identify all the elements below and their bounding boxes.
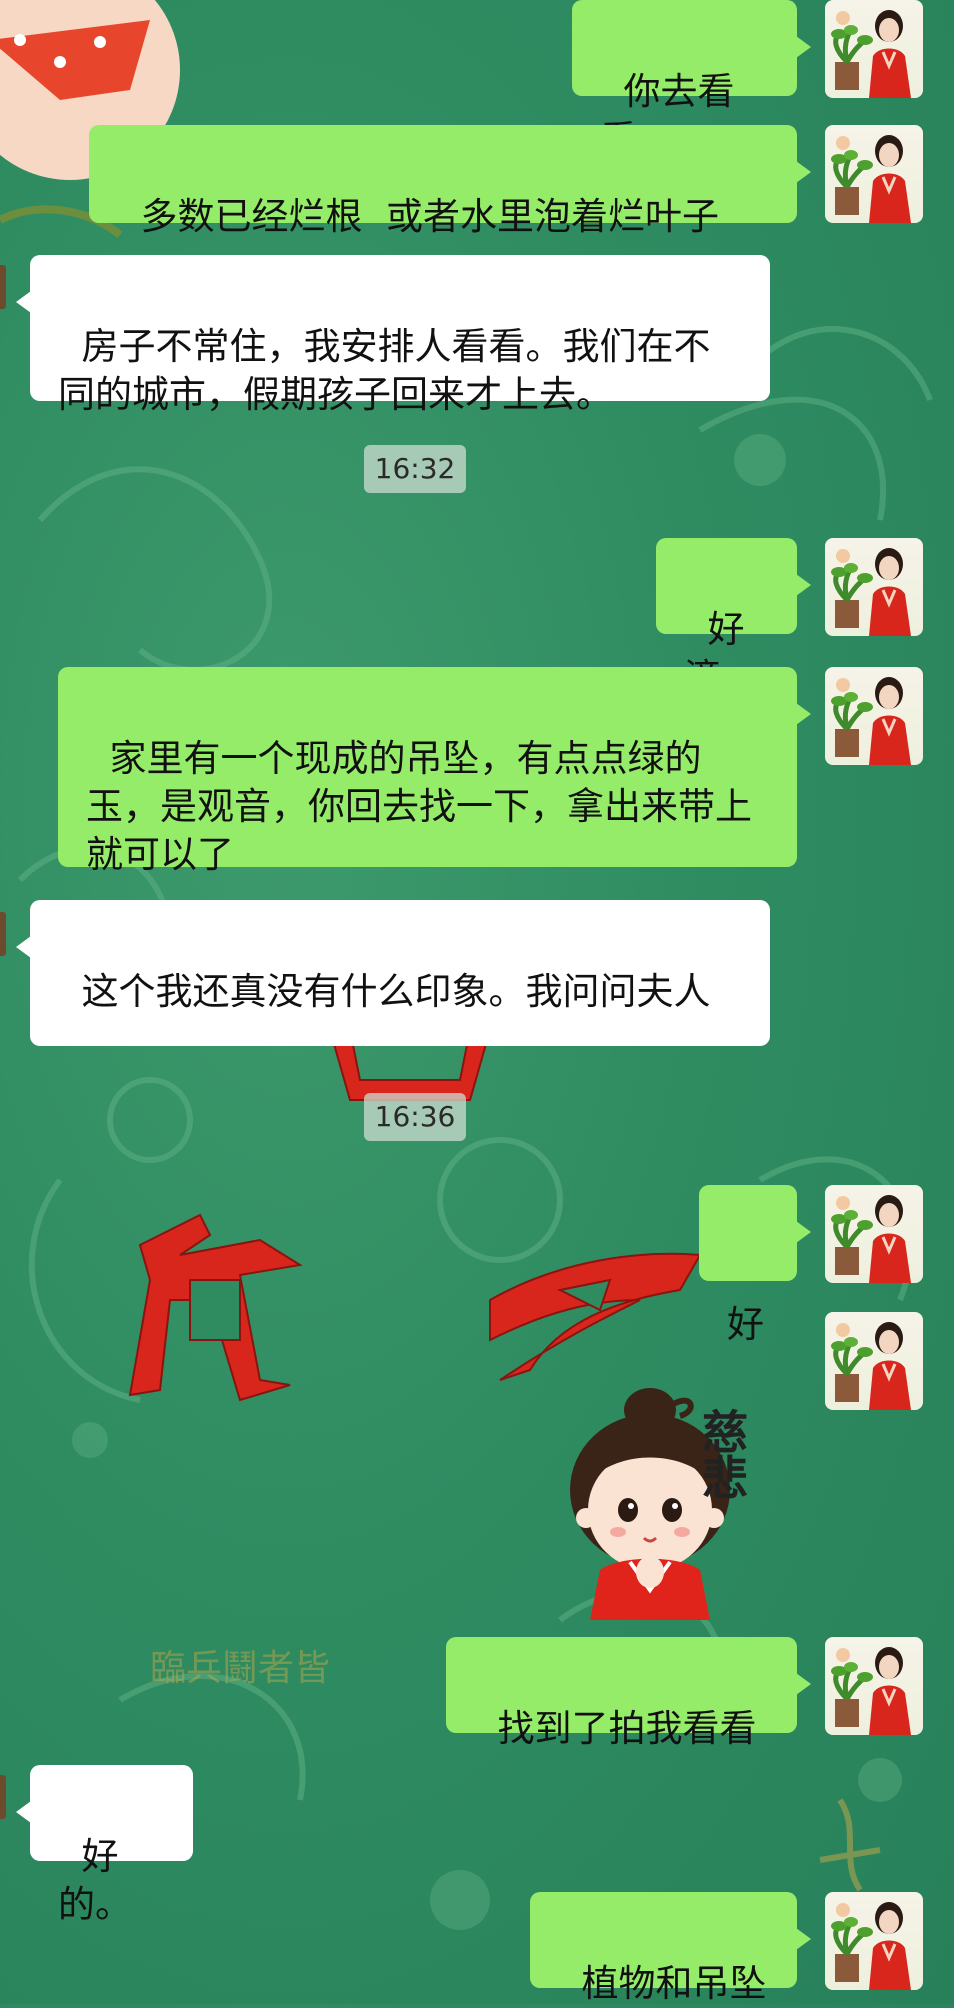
message-bubble-outgoing[interactable]: 好滴 (656, 538, 811, 699)
self-avatar[interactable] (825, 538, 923, 636)
praying-girl-sticker[interactable]: 慈悲 (550, 1350, 790, 1620)
peer-avatar[interactable] (0, 912, 6, 956)
message-text: 多数已经烂根 或者水里泡着烂叶子 (140, 195, 720, 238)
message-bubble-outgoing[interactable]: 找到了拍我看看 (446, 1637, 811, 1750)
message-bubble-incoming[interactable]: 好的。 (16, 1765, 193, 1926)
self-avatar[interactable] (825, 1312, 923, 1410)
message-text: 好 (727, 1303, 764, 1346)
woman-in-red-avatar-icon (831, 1322, 911, 1410)
self-avatar[interactable] (825, 667, 923, 765)
message-text: 家里有一个现成的吊坠，有点点绿的玉，是观音，你回去找一下，拿出来带上就可以了 (86, 737, 752, 876)
message-bubble-outgoing[interactable]: 家里有一个现成的吊坠，有点点绿的玉，是观音，你回去找一下，拿出来带上就可以了 (58, 667, 811, 876)
timestamp: 16:32 (364, 445, 466, 493)
bg-text-fragment: 臨兵鬪者皆 (150, 1648, 330, 1689)
message-text: 这个我还真没有什么印象。我问问夫人 (81, 970, 711, 1013)
self-avatar[interactable] (825, 1637, 923, 1735)
woman-in-red-avatar-icon (831, 1195, 911, 1283)
message-bubble-outgoing[interactable]: 好 (699, 1185, 811, 1346)
peer-avatar[interactable] (0, 265, 6, 309)
self-avatar[interactable] (825, 1892, 923, 1990)
sticker-text: 慈悲 (695, 1408, 749, 1500)
timestamp: 16:36 (364, 1093, 466, 1141)
woman-in-red-avatar-icon (831, 135, 911, 223)
woman-in-red-avatar-icon (831, 1647, 911, 1735)
message-text: 房子不常住，我安排人看看。我们在不同的城市，假期孩子回来才上去。 (58, 325, 711, 416)
woman-in-red-avatar-icon (831, 548, 911, 636)
self-avatar[interactable] (825, 125, 923, 223)
message-text: 好的。 (58, 1835, 132, 1926)
message-bubble-incoming[interactable]: 这个我还真没有什么印象。我问问夫人 (16, 900, 770, 1046)
self-avatar[interactable] (825, 1185, 923, 1283)
message-text: 找到了拍我看看 (497, 1707, 757, 1750)
woman-in-red-avatar-icon (831, 10, 911, 98)
woman-in-red-avatar-icon (831, 677, 911, 765)
message-bubble-incoming[interactable]: 房子不常住，我安排人看看。我们在不同的城市，假期孩子回来才上去。 (16, 255, 770, 416)
message-bubble-outgoing[interactable]: 多数已经烂根 或者水里泡着烂叶子 (89, 125, 811, 238)
peer-avatar[interactable] (0, 1775, 6, 1819)
message-text: 植物和吊坠 (581, 1962, 767, 2005)
self-avatar[interactable] (825, 0, 923, 98)
message-bubble-outgoing[interactable]: 植物和吊坠 (530, 1892, 811, 2005)
woman-in-red-avatar-icon (831, 1902, 911, 1990)
message-bubble-outgoing[interactable]: 你去看看 (572, 0, 811, 161)
